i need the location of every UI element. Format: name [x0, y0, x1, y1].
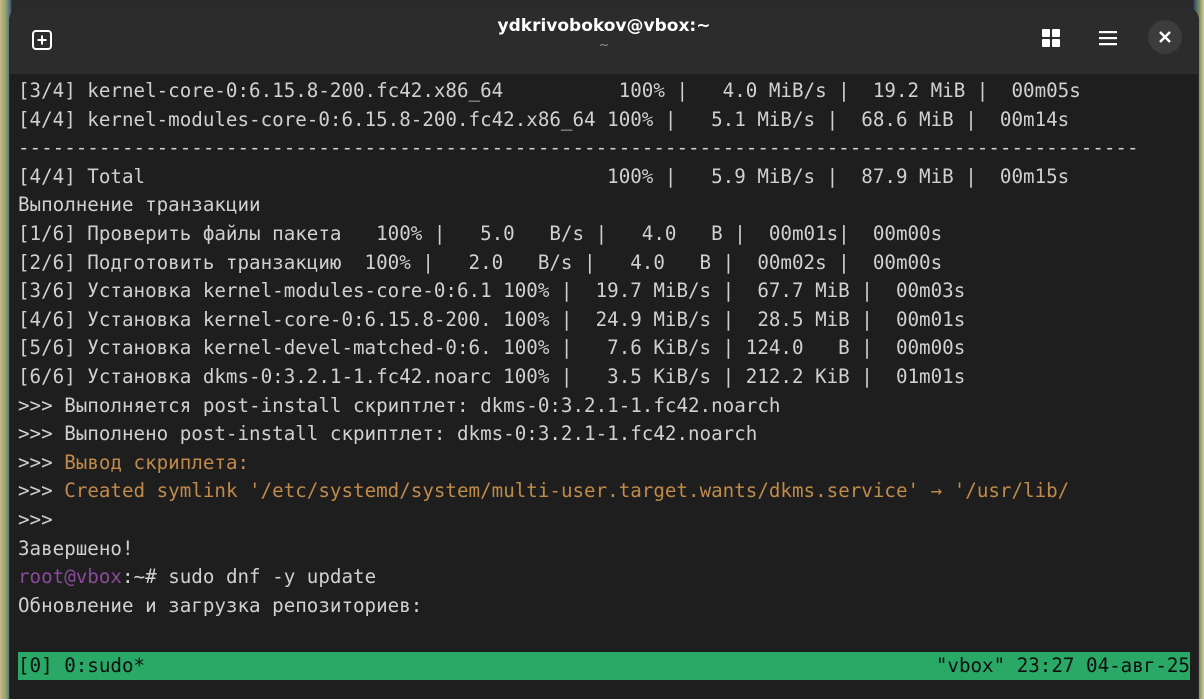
terminal-line: >>> Выполнено post-install скриптлет: dk…: [18, 422, 758, 446]
close-window-button[interactable]: [1148, 20, 1182, 54]
prompt-symbol: #: [145, 565, 169, 589]
script-output-text: Вывод скриплета:: [64, 450, 250, 474]
hamburger-menu-icon: [1099, 31, 1117, 46]
script-prefix: >>>: [18, 479, 65, 503]
terminal-line-script-output: >>> Вывод скриплета:: [18, 449, 249, 478]
terminal-line: [3/6] Установка kernel-modules-core-0:6.…: [18, 279, 966, 303]
terminal-line: [6/6] Установка dkms-0:3.2.1-1.fc42.noar…: [18, 365, 966, 388]
terminal-window: ydkrivobokov@vbox:~ ~ [3/4] kernel-core-…: [10, 8, 1198, 699]
prompt-path: :~: [121, 565, 146, 589]
terminal-line: [3/4] kernel-core-0:6.15.8-200.fc42.x86_…: [18, 79, 1081, 102]
tmux-status-bar: [0] 0:sudo* "vbox" 23:27 04-авг-25: [18, 652, 1190, 680]
terminal-line: [2/6] Подготовить транзакцию 100% | 2.0 …: [18, 250, 943, 274]
terminal-line: [4/4] kernel-modules-core-0:6.15.8-200.f…: [18, 107, 1070, 131]
prompt-command: sudo dnf -y update: [168, 565, 377, 589]
terminal-line-script-output: >>> Created symlink '/etc/systemd/system…: [18, 477, 1069, 506]
main-menu-button[interactable]: [1090, 20, 1126, 56]
tabs-overview-button[interactable]: [1033, 20, 1069, 56]
terminal-line: [1/6] Проверить файлы пакета 100% | 5.0 …: [18, 222, 943, 245]
window-title: ydkrivobokov@vbox:~: [497, 16, 711, 36]
tmux-status-right: "vbox" 23:27 04-авг-25: [935, 654, 1190, 677]
terminal-output[interactable]: [3/4] kernel-core-0:6.15.8-200.fc42.x86_…: [10, 74, 1198, 699]
terminal-line: [4/4] Total 100% | 5.9 MiB/s | 87.9 MiB …: [18, 164, 1070, 188]
prompt-user-host: root@vbox: [18, 565, 122, 589]
terminal-line: >>>: [18, 508, 53, 531]
terminal-line: Обновление и загрузка репозиториев:: [18, 593, 423, 617]
terminal-line: Завершено!: [18, 536, 134, 560]
grid-icon: [1042, 29, 1060, 47]
terminal-line: [4/6] Установка kernel-core-0:6.15.8-200…: [18, 307, 966, 331]
close-icon: [1159, 31, 1171, 43]
script-output-text: Created symlink '/etc/systemd/system/mul…: [64, 479, 1070, 503]
shell-prompt-line: root@vbox:~# sudo dnf -y update: [18, 563, 376, 592]
terminal-line: >>> Выполняется post-install скриптлет: …: [18, 393, 781, 417]
title-bar: ydkrivobokov@vbox:~ ~: [10, 8, 1198, 74]
tmux-window-list[interactable]: [0] 0:sudo*: [18, 652, 145, 680]
terminal-separator: ----------------------------------------…: [18, 136, 1139, 160]
script-prefix: >>>: [18, 450, 65, 474]
terminal-line: Выполнение транзакции: [18, 193, 261, 217]
terminal-line: [5/6] Установка kernel-devel-matched-0:6…: [18, 336, 966, 360]
window-subtitle: ~: [598, 38, 610, 53]
